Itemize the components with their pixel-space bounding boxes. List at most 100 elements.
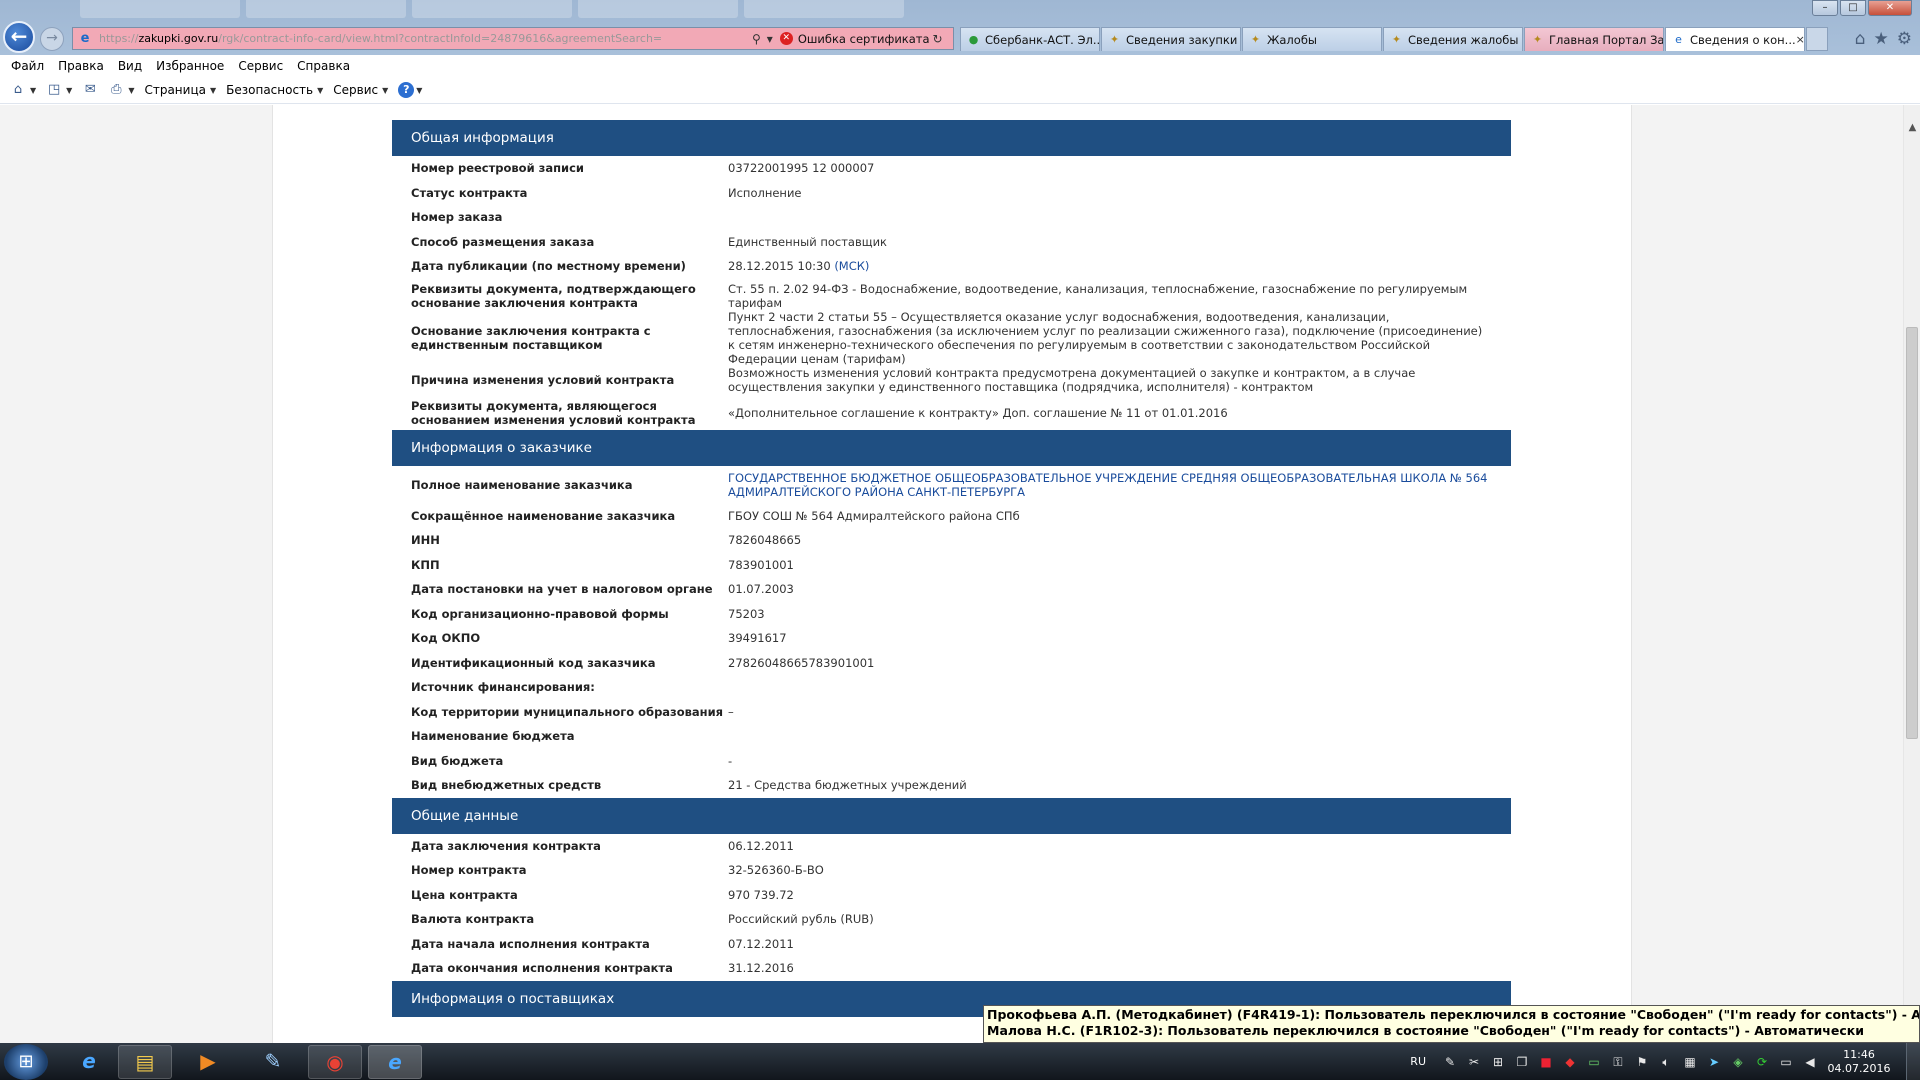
info-row: Номер заказа [392, 205, 1511, 230]
menu-view[interactable]: Вид [118, 59, 142, 73]
gear-icon[interactable]: ⚙ [1897, 29, 1912, 49]
back-button[interactable]: ← [3, 21, 35, 53]
address-bar[interactable]: e https://zakupki.gov.ru/rgk/contract-in… [72, 27, 954, 50]
tab-purchase-info[interactable]: ✦ Сведения закупки [1101, 27, 1241, 51]
info-row: Код территории муниципального образовани… [392, 700, 1511, 725]
tray-app-icon[interactable]: ✂ [1466, 1054, 1482, 1070]
media-player-icon[interactable]: ▶ [181, 1045, 235, 1079]
tray-arrow-icon[interactable]: ➤ [1706, 1054, 1722, 1070]
safety-menu[interactable]: Безопасность [226, 83, 313, 97]
info-row: Причина изменения условий контракта Возмо… [392, 363, 1511, 397]
forward-button[interactable]: → [40, 27, 64, 51]
notepad-icon[interactable]: ✎ [246, 1045, 300, 1079]
row-label: Причина изменения условий контракта [411, 372, 675, 387]
tray-volume-icon[interactable]: 🔈︎ [1658, 1054, 1674, 1070]
tray-windows-icon[interactable]: ⊞ [1490, 1054, 1506, 1070]
scroll-up-icon[interactable]: ▲ [1904, 119, 1920, 136]
tray-network-icon[interactable]: ▦ [1682, 1054, 1698, 1070]
clock[interactable]: 11:46 04.07.2016 [1826, 1048, 1892, 1076]
row-label: Способ размещения заказа [411, 234, 595, 249]
tab-label: Сбербанк-АСТ. Эл... [985, 32, 1100, 47]
contract-card: Общая информация Номер реестровой записи… [392, 120, 1511, 1017]
tools-menu[interactable]: Сервис [333, 83, 378, 97]
ie-icon[interactable]: e [368, 1045, 422, 1079]
favorites-star-icon[interactable]: ★ [1874, 29, 1889, 49]
dropdown-arrow-icon[interactable]: ▾ [767, 32, 773, 46]
tray-pdf-icon[interactable]: ■ [1538, 1054, 1554, 1070]
tray-shield-icon[interactable]: ◈ [1730, 1054, 1746, 1070]
tray-app-icon[interactable]: ⟳ [1754, 1054, 1770, 1070]
chrome-icon[interactable]: ◉ [308, 1045, 362, 1079]
new-tab-button[interactable] [1806, 27, 1828, 51]
row-label: Полное наименование заказчика [411, 477, 633, 492]
tab-sberbank[interactable]: ● Сбербанк-АСТ. Эл... [960, 27, 1100, 51]
row-label: Валюта контракта [411, 912, 535, 927]
tab-label: Сведения жалобы [1408, 32, 1519, 47]
rss-feed-icon[interactable]: ◳ [46, 82, 62, 98]
tab-complaints[interactable]: ✦ Жалобы [1242, 27, 1382, 51]
refresh-icon[interactable]: ↻ [933, 32, 943, 46]
home-icon[interactable]: ⌂ [10, 82, 26, 98]
scrollbar-thumb[interactable] [1906, 327, 1918, 739]
system-tray: RU ✎ ✂ ⊞ ❐ ■ ◆ ▭ ⚿ ⚑ 🔈︎ ▦ ➤ ◈ ⟳ ▭ ◀︎ 11:… [1410, 1043, 1920, 1080]
tab-contract-info[interactable]: e Сведения о кон... × [1665, 27, 1805, 51]
url-text[interactable]: https://zakupki.gov.ru/rgk/contract-info… [99, 32, 749, 45]
close-window-button[interactable]: ✕ [1868, 0, 1912, 16]
start-button[interactable]: ⊞ [4, 1044, 48, 1080]
chevron-down-icon[interactable]: ▼ [382, 86, 388, 95]
info-row: Валюта контракта Российский рубль (RUB) [392, 907, 1511, 932]
tray-app-icon[interactable]: ✎ [1442, 1054, 1458, 1070]
menu-file[interactable]: Файл [11, 59, 44, 73]
chevron-down-icon[interactable]: ▼ [128, 86, 134, 95]
row-value: Возможность изменения условий контракта … [728, 365, 1416, 394]
chevron-down-icon[interactable]: ▼ [66, 86, 72, 95]
tab-main-portal[interactable]: ✦ Главная Портал За... [1524, 27, 1664, 51]
tab-complaint-info[interactable]: ✦ Сведения жалобы [1383, 27, 1523, 51]
row-label: КПП [411, 557, 440, 572]
row-value: 32-526360-Б-ВО [728, 863, 824, 878]
menu-favorites[interactable]: Избранное [156, 59, 224, 73]
row-label: Цена контракта [411, 887, 518, 902]
chevron-down-icon[interactable]: ▼ [210, 86, 216, 95]
print-icon[interactable]: ⎙ [108, 82, 124, 98]
tray-window-icon[interactable]: ❐ [1514, 1054, 1530, 1070]
file-explorer-icon[interactable]: ▤ [118, 1045, 172, 1079]
row-value: – [728, 704, 734, 719]
menu-help[interactable]: Справка [297, 59, 350, 73]
info-row: Дата публикации (по местному времени) 28.… [392, 254, 1511, 279]
search-icon[interactable]: ⚲ [752, 32, 761, 46]
ie-icon[interactable]: e [62, 1045, 116, 1079]
info-row: Номер контракта 32-526360-Б-ВО [392, 858, 1511, 883]
chevron-down-icon[interactable]: ▼ [317, 86, 323, 95]
maximize-button[interactable]: □ [1840, 0, 1866, 16]
notification-line: Малова Н.С. (F1R102-3): Пользователь пер… [987, 1023, 1864, 1038]
tray-speaker-icon[interactable]: ◀︎ [1802, 1054, 1818, 1070]
tray-desktop-icon[interactable]: ▭ [1778, 1054, 1794, 1070]
chevron-down-icon[interactable]: ▼ [30, 86, 36, 95]
language-indicator[interactable]: RU [1410, 1055, 1426, 1068]
ie-page-icon: e [1675, 33, 1682, 46]
certificate-error-button[interactable]: ✕ Ошибка сертификата [779, 32, 930, 46]
menu-bar: Файл Правка Вид Избранное Сервис Справка [0, 55, 1920, 77]
minimize-button[interactable]: – [1812, 0, 1838, 16]
timezone-link[interactable]: (МСК) [834, 259, 869, 273]
customer-name-link[interactable]: ГОСУДАРСТВЕННОЕ БЮДЖЕТНОЕ ОБЩЕОБРАЗОВАТЕ… [728, 471, 1488, 499]
command-bar: ⌂ ▼ ◳ ▼ ✉ ⎙ ▼ Страница ▼ Безопасность ▼ … [0, 77, 1920, 104]
browser-right-icons: ⌂ ★ ⚙ [1855, 29, 1912, 49]
menu-edit[interactable]: Правка [58, 59, 104, 73]
row-label: Номер реестровой записи [411, 161, 584, 176]
show-desktop-button[interactable] [1906, 1043, 1920, 1080]
tray-battery-icon[interactable]: ▭ [1586, 1054, 1602, 1070]
tray-flag-icon[interactable]: ⚑ [1634, 1054, 1650, 1070]
vertical-scrollbar[interactable]: ▲ [1903, 105, 1920, 1043]
page-menu[interactable]: Страница [144, 83, 206, 97]
menu-tools[interactable]: Сервис [238, 59, 283, 73]
chevron-down-icon[interactable]: ▼ [416, 86, 422, 95]
tray-usb-icon[interactable]: ⚿ [1610, 1054, 1626, 1070]
close-tab-icon[interactable]: × [1796, 33, 1804, 46]
help-icon[interactable]: ? [398, 82, 415, 98]
tab-label: Жалобы [1267, 32, 1317, 47]
tray-app-icon[interactable]: ◆ [1562, 1054, 1578, 1070]
home-icon[interactable]: ⌂ [1855, 29, 1866, 49]
mail-icon[interactable]: ✉ [82, 82, 98, 98]
